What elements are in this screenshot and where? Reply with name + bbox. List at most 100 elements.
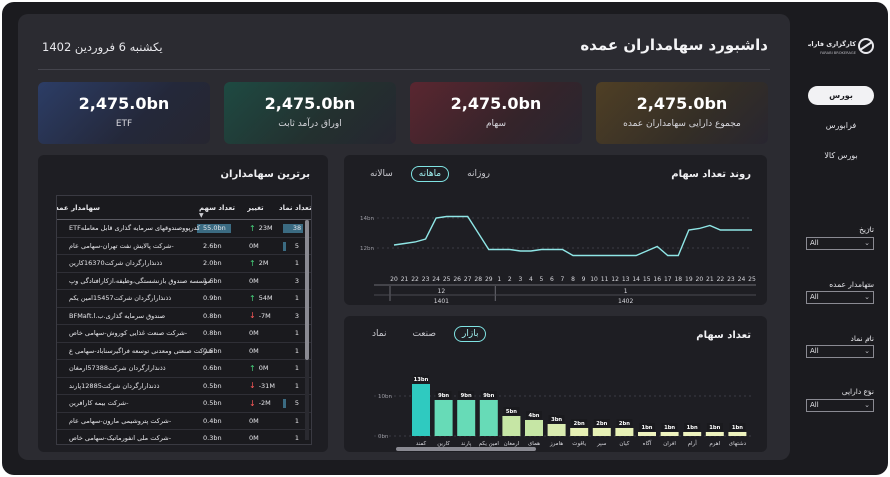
kpi-value: 2,475.0bn bbox=[78, 94, 170, 113]
trend-line-chart[interactable]: 14bn12bn20 21 22 23 24 25 26 27 28 29 1 2 3 4 5 6 7 8 9 10 1… bbox=[344, 155, 767, 305]
x-group-label: 12 bbox=[438, 288, 446, 295]
x-tick-label: 21 bbox=[706, 276, 714, 283]
chart-scrollbar-thumb[interactable] bbox=[396, 447, 536, 451]
table-row[interactable]: -شرکت بیمه کارافرین 0.5bn ↓ -2M 5 bbox=[57, 395, 311, 413]
col-header-change[interactable]: تغییر bbox=[247, 196, 264, 219]
table-row[interactable]: صندوق سرمایه گذاری.ب.ا.BFMaft 0.8bn ↓ -7M 3 bbox=[57, 308, 311, 325]
category-label: همای bbox=[528, 441, 540, 447]
kpi-fixed-income: 2,475.0bn اوراق درآمد ثابت bbox=[224, 82, 396, 144]
shares-bar-chart[interactable]: 10bn 0bn 13bn کمند 9bn کارین 9bn پارند 9bn امین ی… bbox=[344, 316, 767, 452]
holder-name: شرکت صنعتی ومعدنی توسعه فراگیرسناباد-سها… bbox=[69, 346, 213, 355]
kpi-value: 2,475.0bn bbox=[264, 94, 356, 113]
holder-change: ↑ 23M bbox=[249, 220, 281, 237]
filter-holder-select[interactable]: All ⌄ bbox=[806, 291, 874, 304]
arrow-down-icon: ↓ bbox=[249, 381, 256, 391]
table-row[interactable]: -شرکت پالایش نفت تهران-سهامی عام 2.6bn 0M 5 bbox=[57, 238, 311, 255]
filter-date-label: تاریخ bbox=[859, 225, 874, 234]
bar bbox=[547, 424, 566, 436]
category-label: پارند bbox=[461, 441, 472, 447]
holder-change: 0M bbox=[249, 325, 281, 342]
holder-volume: 55.0bn bbox=[203, 224, 226, 233]
x-tick-label: 27 bbox=[464, 276, 472, 283]
x-tick-label: 24 bbox=[738, 276, 746, 283]
filter-symbol-value: All bbox=[810, 347, 819, 355]
holder-change: 0M bbox=[249, 430, 281, 444]
table-scrollbar-thumb[interactable] bbox=[305, 220, 309, 360]
bar bbox=[525, 420, 543, 436]
nav-farabourse[interactable]: فرابورس bbox=[808, 116, 874, 135]
nav-commodity-bourse[interactable]: بورس کالا bbox=[808, 146, 874, 165]
x-year-label: 1402 bbox=[618, 298, 633, 305]
x-tick-label: 11 bbox=[601, 276, 609, 283]
bar-value-label: 9bn bbox=[461, 393, 472, 399]
holder-change: ↑ 0M bbox=[249, 360, 281, 377]
arrow-up-icon: ↑ bbox=[249, 293, 256, 303]
kpi-label: سهام bbox=[485, 119, 506, 129]
holders-table[interactable]: سهامدار عمده تعداد سهم ▼ تغییر تعداد نما… bbox=[56, 195, 312, 445]
table-row[interactable]: کدرپووصندوقهای سرمایه گذاری قابل معاملهE… bbox=[57, 220, 311, 238]
col-header-volume[interactable]: تعداد سهم bbox=[199, 196, 235, 219]
holder-name: ذذنذارارگردان شرکت16370کارین bbox=[69, 259, 163, 268]
bar-value-label: 1bn bbox=[664, 425, 675, 431]
arrow-down-icon: ↓ bbox=[249, 311, 256, 321]
filter-asset-type-select[interactable]: All ⌄ bbox=[806, 399, 874, 412]
y-tick-label: 14bn bbox=[360, 216, 374, 222]
nav-bourse[interactable]: بورس bbox=[808, 86, 874, 105]
holder-volume: 0.9bn bbox=[203, 294, 222, 303]
holder-name: -شرکت پتروشیمی مارون-سهامی عام bbox=[69, 416, 172, 425]
filter-symbol-label: نام نماد bbox=[850, 334, 874, 343]
holder-name: صندوق سرمایه گذاری.ب.ا.BFMaft bbox=[69, 311, 166, 320]
holder-change-value: -31M bbox=[258, 381, 275, 390]
category-label: دشتهای bbox=[729, 441, 747, 447]
filter-date-value: All bbox=[810, 239, 819, 247]
chevron-down-icon: ⌄ bbox=[864, 401, 870, 409]
current-date: یکشنبه 6 فروردین 1402 bbox=[42, 40, 163, 54]
table-row[interactable]: ذذنذارارگردان شرکت15457امین یکم 0.9bn ↑ 54M… bbox=[57, 290, 311, 308]
filter-symbol-select[interactable]: All ⌄ bbox=[806, 345, 874, 358]
category-label: آگاه bbox=[643, 440, 652, 447]
bar-value-label: 2bn bbox=[619, 421, 630, 427]
table-row[interactable]: ذذنذارارگردان شرکت12885پارند 0.5bn ↓ -31M 1 bbox=[57, 378, 311, 395]
bar-value-label: 5bn bbox=[506, 409, 517, 415]
holder-change: 0M bbox=[249, 273, 281, 290]
holder-change-value: 23M bbox=[258, 224, 273, 233]
kpi-label: ETF bbox=[115, 119, 133, 129]
x-group-label: 1 bbox=[624, 288, 628, 295]
holder-volume: 0.8bn bbox=[203, 311, 222, 320]
x-tick-label: 7 bbox=[561, 276, 565, 283]
bar-value-label: 4bn bbox=[528, 413, 539, 419]
chevron-down-icon: ⌄ bbox=[864, 347, 870, 355]
holder-volume: 0.5bn bbox=[203, 399, 222, 408]
x-tick-label: 10 bbox=[590, 276, 598, 283]
bar-value-label: 9bn bbox=[483, 393, 494, 399]
table-row[interactable]: ذذنذارارگردان شرکت16370کارین 2.0bn ↑ 2M 1 bbox=[57, 255, 311, 273]
category-label: کیان bbox=[619, 440, 629, 447]
filter-asset-type-label: نوع دارایی bbox=[841, 387, 874, 396]
x-tick-label: 22 bbox=[411, 276, 419, 283]
kpi-etf: 2,475.0bn ETF bbox=[38, 82, 210, 144]
x-year-label: 1401 bbox=[434, 298, 449, 305]
bar bbox=[683, 432, 702, 436]
bar-value-label: 9bn bbox=[438, 393, 449, 399]
holder-change-value: 0M bbox=[258, 364, 269, 373]
category-label: کمند bbox=[416, 440, 427, 447]
x-tick-label: 9 bbox=[582, 276, 586, 283]
top-holders-title: برترین سهامداران bbox=[220, 169, 311, 180]
holder-volume: 2.6bn bbox=[203, 241, 222, 250]
shares-panel: تعداد سهام نماد صنعت بازار 10bn 0bn 13bn کم… bbox=[344, 316, 767, 452]
x-tick-label: 6 bbox=[550, 276, 554, 283]
x-tick-label: 15 bbox=[643, 276, 651, 283]
col-header-name[interactable]: سهامدار عمده bbox=[57, 196, 201, 219]
bar bbox=[615, 428, 634, 436]
col-header-count[interactable]: تعداد نماد bbox=[279, 196, 311, 219]
filter-date-select[interactable]: All ⌄ bbox=[806, 237, 874, 250]
table-row[interactable]: -شرکت ملی انفورماتیک-سهامی خاص 0.3bn 0M 1 bbox=[57, 430, 311, 444]
table-row[interactable]: شرکت صنعتی ومعدنی توسعه فراگیرسناباد-سها… bbox=[57, 343, 311, 360]
table-row[interactable]: موسسه صندوق بازنشستگی،وظیفه،ازکارافتادگی… bbox=[57, 273, 311, 290]
table-row[interactable]: -شرکت صنعت غذایی کوروش-سهامی خاص 0.8bn 0M 1 bbox=[57, 325, 311, 343]
filter-holder-label: سهامدار عمده bbox=[829, 280, 874, 289]
x-tick-label: 8 bbox=[571, 276, 575, 283]
table-row[interactable]: ذذنذارارگردان شرکت57388ارمغان 0.6bn ↑ 0M 1 bbox=[57, 360, 311, 378]
x-tick-label: 4 bbox=[529, 276, 533, 283]
table-row[interactable]: -شرکت پتروشیمی مارون-سهامی عام 0.4bn 0M 1 bbox=[57, 413, 311, 430]
